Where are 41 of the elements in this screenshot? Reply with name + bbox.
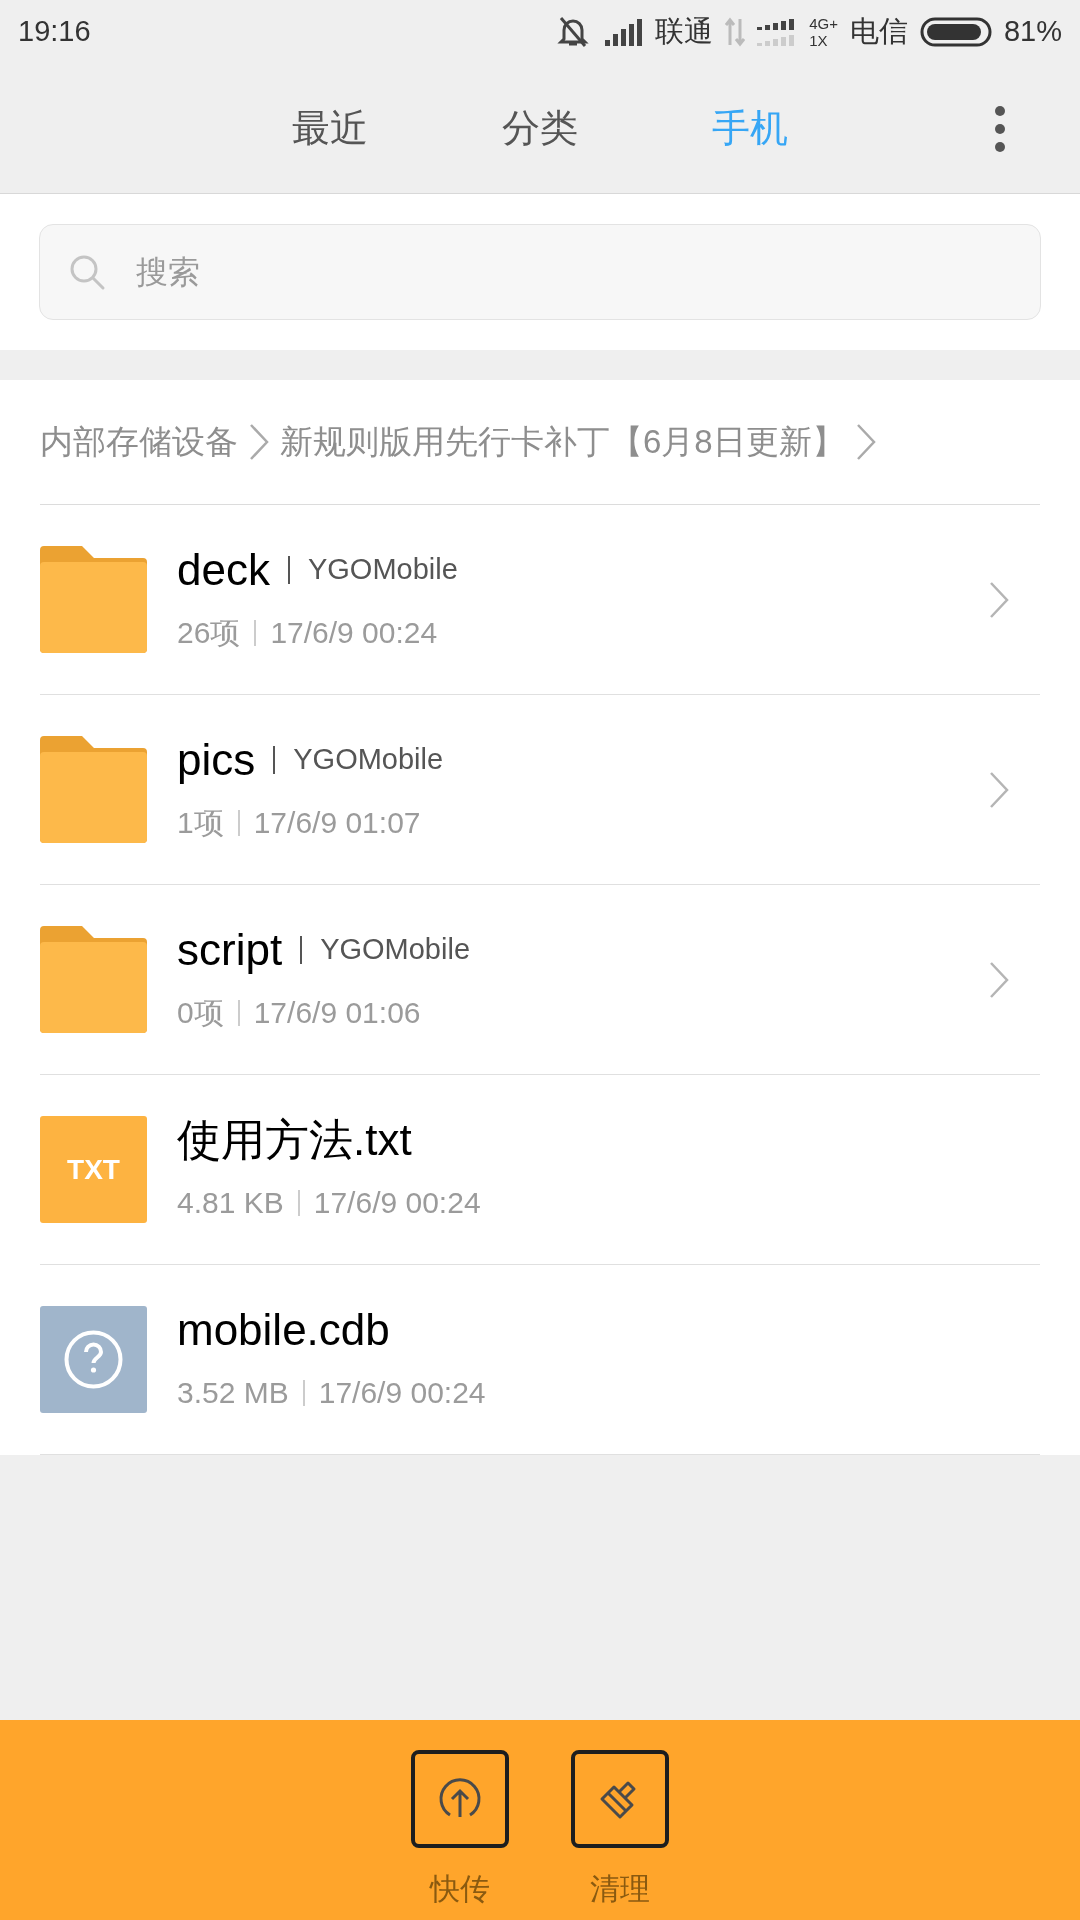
item-info: 0项	[177, 995, 224, 1031]
battery-percent: 81%	[1003, 14, 1062, 50]
breadcrumb-item[interactable]: 内部存储设备	[40, 417, 238, 467]
breadcrumb-item[interactable]: 新规则版用先行卡补丁【6月8日更新】	[280, 417, 845, 467]
tab[interactable]: 分类	[485, 100, 595, 157]
tab[interactable]: 最近	[275, 100, 385, 157]
app-tag: YGOMobile	[293, 738, 444, 782]
folder-icon	[40, 926, 147, 1033]
carrier-name: 电信	[849, 14, 908, 50]
clock-time: 19:16	[18, 14, 91, 50]
item-info: 4.81 KB	[177, 1185, 284, 1221]
file-name[interactable]: script	[177, 924, 283, 976]
file-name[interactable]: 使用方法.txt	[177, 1114, 412, 1166]
chevron-right-icon	[248, 422, 270, 462]
item-info: 1项	[177, 805, 224, 841]
modified-date: 17/6/9 01:07	[253, 805, 421, 841]
item-info: 26项	[177, 615, 241, 651]
network-type: 1X	[809, 32, 829, 49]
file-type-icon: TXT	[40, 1116, 147, 1223]
carrier-name: 联通	[655, 14, 714, 50]
modified-date: 17/6/9 01:06	[253, 995, 421, 1031]
folder-icon	[40, 546, 147, 653]
modified-date: 17/6/9 00:24	[313, 1185, 481, 1221]
file-name[interactable]: pics	[177, 734, 256, 786]
folder-icon	[40, 736, 147, 843]
item-info: 3.52 MB	[177, 1375, 289, 1411]
app-tag: YGOMobile	[320, 928, 470, 972]
modified-date: 17/6/9 00:24	[318, 1375, 486, 1411]
chevron-right-icon	[854, 422, 877, 462]
unknown-file-icon	[40, 1306, 147, 1413]
file-name[interactable]: mobile.cdb	[177, 1304, 390, 1356]
signal-icon	[603, 18, 644, 46]
mute-bell-icon	[555, 15, 592, 49]
network-type: 4G+	[809, 15, 838, 32]
data-arrows-icon	[725, 17, 746, 47]
modified-date: 17/6/9 00:24	[270, 615, 438, 651]
file-name[interactable]: deck	[177, 544, 270, 596]
search-field[interactable]: 搜索	[39, 224, 1041, 320]
battery-icon	[919, 17, 992, 47]
app-tag: YGOMobile	[307, 548, 458, 592]
more-icon[interactable]	[993, 104, 1007, 154]
